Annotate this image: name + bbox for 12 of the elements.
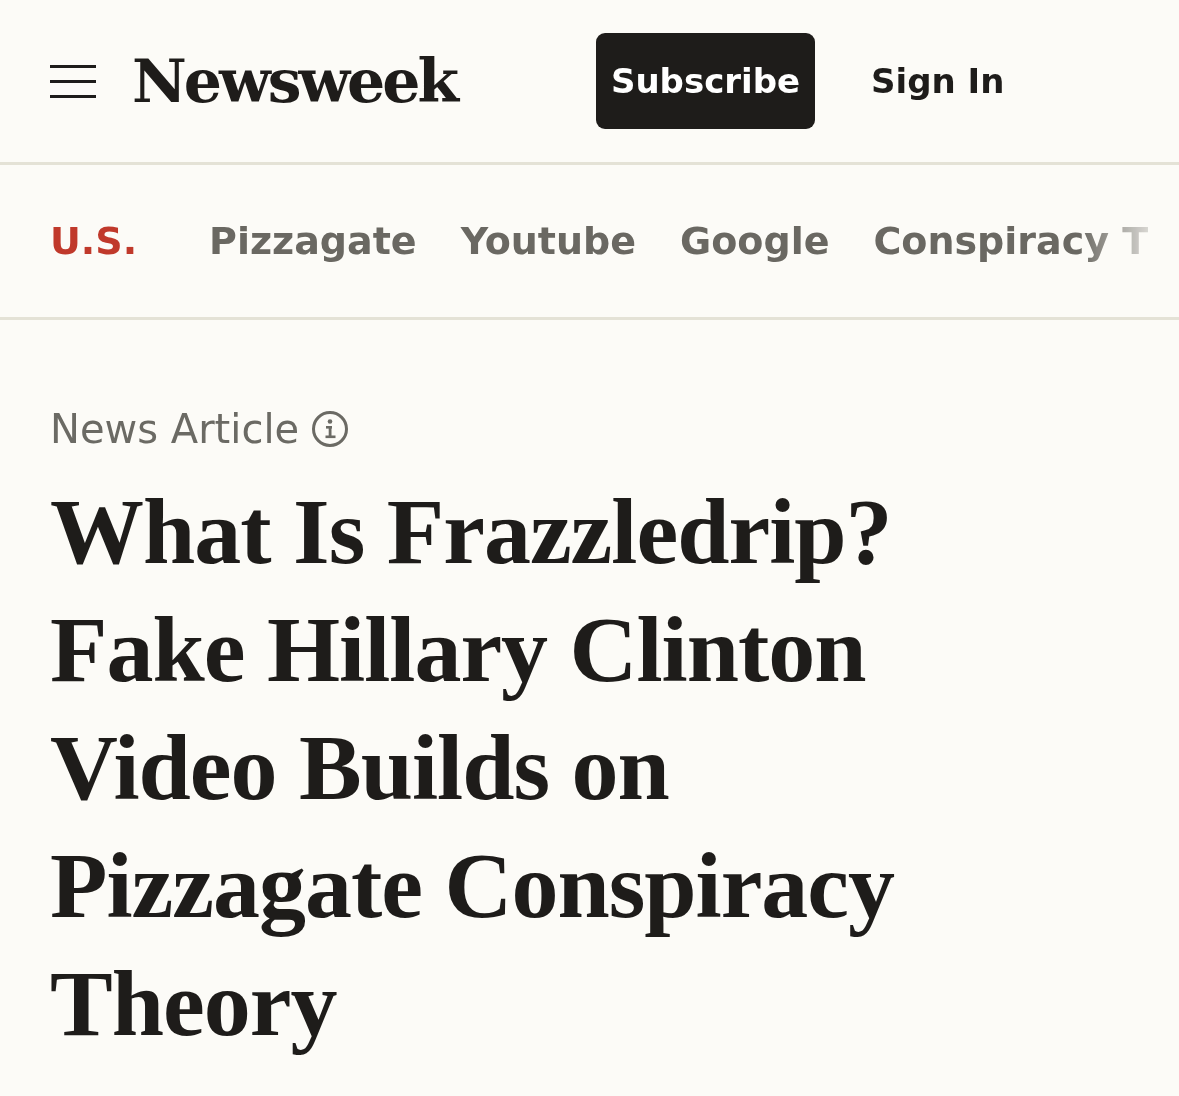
info-icon[interactable]: [311, 410, 350, 448]
topic-link[interactable]: Youtube: [460, 219, 637, 263]
topic-link[interactable]: Google: [680, 219, 830, 263]
menu-icon[interactable]: [50, 63, 96, 99]
topic-link[interactable]: Pizzagate: [209, 219, 417, 263]
newsweek-logo[interactable]: Newsweek: [132, 46, 457, 116]
article-type-label: News Article: [50, 406, 300, 452]
subscribe-button[interactable]: Subscribe: [596, 33, 816, 129]
topic-link[interactable]: Conspiracy T: [873, 219, 1149, 263]
section-link[interactable]: U.S.: [50, 219, 138, 263]
article-headline: What Is Frazzledrip? Fake Hillary Clinton Video Builds on Pizzagate Conspiracy Theory: [50, 478, 896, 1057]
sign-in-link[interactable]: Sign In: [871, 61, 1005, 101]
